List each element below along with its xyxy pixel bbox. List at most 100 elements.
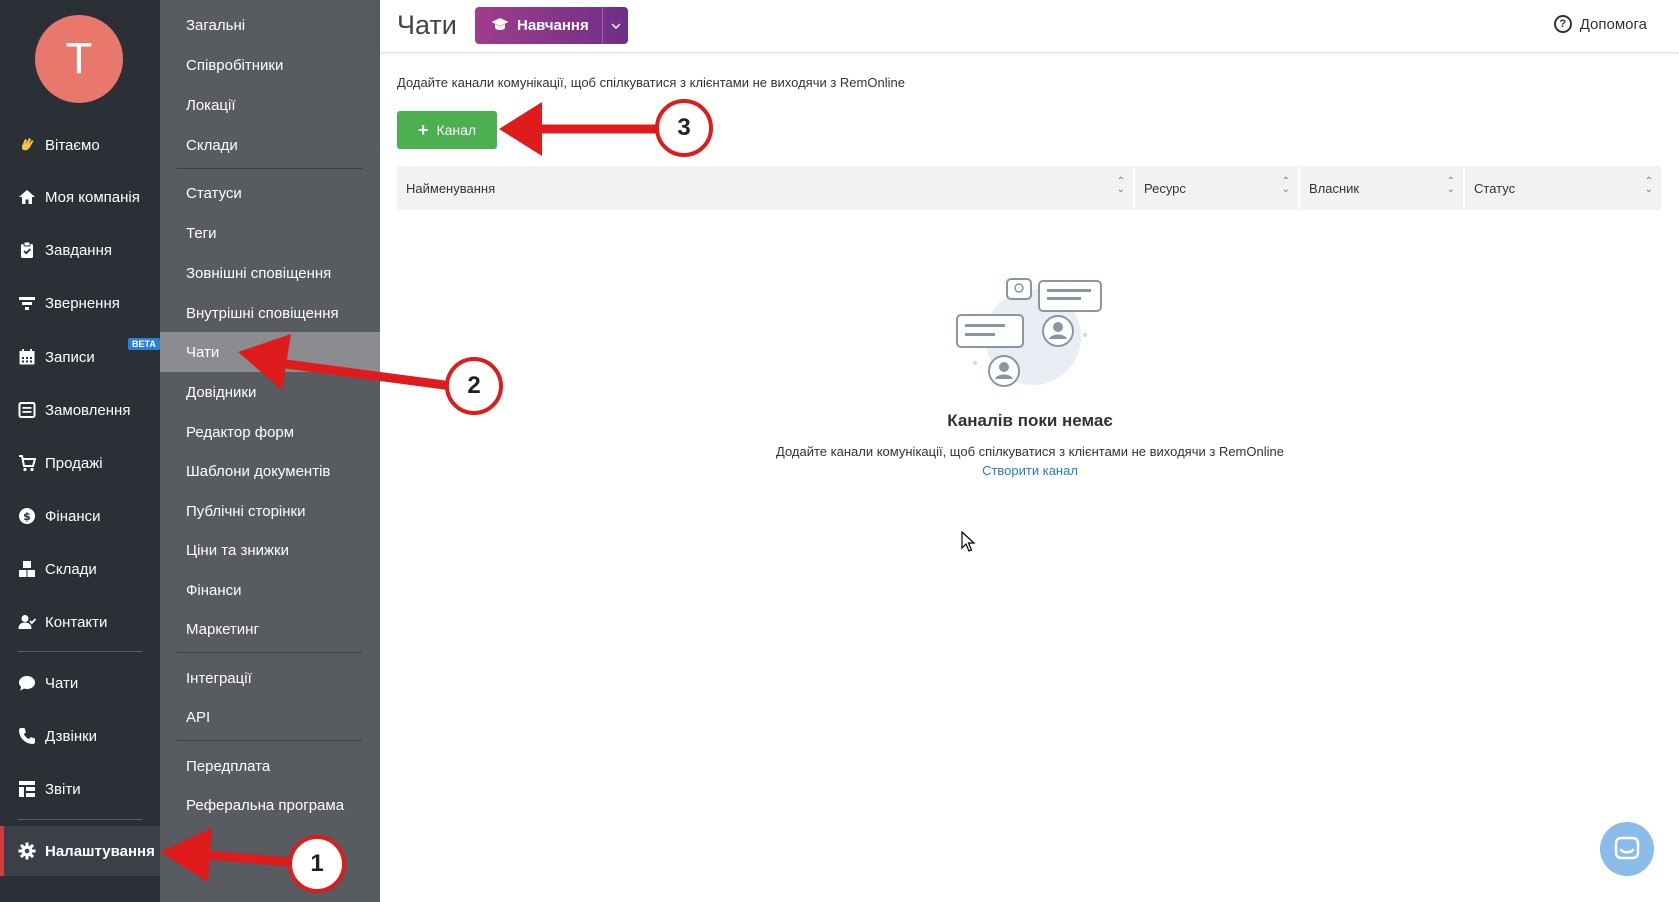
channels-table-header: Найменування ⌃ ⌄ Ресурс ⌃ ⌄ Власник ⌃ ⌄ Ста… xyxy=(397,166,1661,210)
support-chat-button[interactable] xyxy=(1600,822,1654,876)
education-button[interactable]: Навчання xyxy=(475,7,628,44)
nav-item-chats[interactable]: Чати xyxy=(0,661,160,705)
nav-label: Моя компанія xyxy=(45,188,140,206)
graduation-cap-icon xyxy=(491,17,509,35)
chat-icon xyxy=(17,673,37,693)
empty-chats-illustration xyxy=(956,278,1102,387)
nav-label: Чати xyxy=(45,674,79,692)
empty-state-description: Додайте канали комунікації, щоб спілкува… xyxy=(776,444,1284,459)
clipboard-check-icon xyxy=(17,240,37,260)
settings-item-prices-discounts[interactable]: Ціни та знижки xyxy=(160,531,380,569)
settings-item-directories[interactable]: Довідники xyxy=(160,373,380,411)
create-channel-link-label[interactable]: Створити канал xyxy=(982,463,1078,478)
nav-label: Завдання xyxy=(45,241,112,259)
mouse-cursor-icon xyxy=(961,531,976,552)
column-resource[interactable]: Ресурс ⌃ ⌄ xyxy=(1135,166,1300,210)
settings-item-locations[interactable]: Локації xyxy=(160,86,380,124)
nav-label: Контакти xyxy=(45,613,108,631)
boxes-icon xyxy=(17,559,37,579)
nav-label: Дзвінки xyxy=(45,727,98,745)
settings-separator xyxy=(177,652,362,653)
nav-item-welcome[interactable]: Вітаємо xyxy=(0,123,160,167)
reports-icon xyxy=(17,779,37,799)
column-status[interactable]: Статус ⌃ ⌄ xyxy=(1465,166,1661,210)
sort-icon: ⌃ ⌄ xyxy=(1644,176,1653,195)
settings-item-marketing[interactable]: Маркетинг xyxy=(160,610,380,648)
nav-item-requests[interactable]: Звернення xyxy=(0,281,160,325)
home-icon xyxy=(17,187,37,207)
nav-label: Записи xyxy=(45,348,95,366)
nav-label: Вітаємо xyxy=(45,136,100,154)
settings-item-external-notifications[interactable]: Зовнішні сповіщення xyxy=(160,254,380,292)
sort-icon: ⌃ ⌄ xyxy=(1281,176,1290,195)
settings-item-statuses[interactable]: Статуси xyxy=(160,174,380,212)
funnel-icon xyxy=(17,293,37,313)
column-name[interactable]: Найменування ⌃ ⌄ xyxy=(397,166,1135,210)
nav-label: Налаштування xyxy=(45,842,155,860)
help-label: Допомога xyxy=(1579,15,1647,33)
add-channel-button[interactable]: + Канал xyxy=(397,111,497,149)
settings-item-general[interactable]: Загальні xyxy=(160,6,380,44)
create-channel-link[interactable]: Створити канал xyxy=(0,463,1679,478)
empty-state-title: Каналів поки немає xyxy=(947,411,1113,430)
settings-item-api[interactable]: API xyxy=(160,698,380,736)
nav-item-settings[interactable]: Налаштування xyxy=(0,826,160,876)
wave-hand-icon xyxy=(17,135,37,155)
settings-item-tags[interactable]: Теги xyxy=(160,214,380,252)
nav-item-calls[interactable]: Дзвінки xyxy=(0,714,160,758)
column-label: Ресурс xyxy=(1144,180,1186,196)
column-label: Статус xyxy=(1474,180,1516,196)
intro-text: Додайте канали комунікації, щоб спілкува… xyxy=(397,75,905,90)
page-title: Чати xyxy=(397,10,457,40)
settings-item-chats[interactable]: Чати xyxy=(160,332,380,372)
phone-icon xyxy=(17,726,37,746)
nav-separator xyxy=(18,819,142,820)
step-number-2: 2 xyxy=(445,357,503,415)
nav-label: Звіти xyxy=(45,780,81,798)
settings-item-employees[interactable]: Співробітники xyxy=(160,46,380,84)
step-number-1: 1 xyxy=(288,835,346,893)
column-label: Власник xyxy=(1309,180,1360,196)
chevron-down-icon[interactable] xyxy=(602,7,628,44)
settings-item-integrations[interactable]: Інтеграції xyxy=(160,659,380,697)
plus-icon: + xyxy=(417,119,429,140)
settings-item-referral[interactable]: Реферальна програма xyxy=(160,786,380,824)
sort-icon: ⌃ ⌄ xyxy=(1446,176,1455,195)
step-number-3: 3 xyxy=(655,99,713,157)
nav-item-contacts[interactable]: Контакти xyxy=(0,600,160,644)
column-owner[interactable]: Власник ⌃ ⌄ xyxy=(1300,166,1465,210)
avatar-letter: T xyxy=(65,34,93,83)
dollar-icon: $ xyxy=(17,506,37,526)
nav-item-tasks[interactable]: Завдання xyxy=(0,228,160,272)
nav-item-warehouses[interactable]: Склади xyxy=(0,547,160,591)
nav-label: Склади xyxy=(45,560,97,578)
svg-text:$: $ xyxy=(23,510,31,523)
nav-label: Звернення xyxy=(45,294,120,312)
beta-badge: BETA xyxy=(128,338,160,350)
support-chat-icon xyxy=(1614,836,1640,860)
settings-separator xyxy=(177,168,362,169)
gear-icon xyxy=(17,841,37,861)
question-icon: ? xyxy=(1553,15,1572,33)
help-link[interactable]: ? Допомога xyxy=(1553,15,1647,33)
nav-item-my-company[interactable]: Моя компанія xyxy=(0,175,160,219)
arrow-to-add-channel xyxy=(499,102,663,156)
nav-item-reports[interactable]: Звіти xyxy=(0,767,160,811)
settings-item-subscription[interactable]: Передплата xyxy=(160,747,380,785)
sort-icon: ⌃ ⌄ xyxy=(1116,176,1125,195)
calendar-icon xyxy=(17,347,37,367)
settings-separator xyxy=(177,740,362,741)
nav-separator xyxy=(18,651,142,652)
page-header: Чати Навчання ? Допомога xyxy=(380,0,1679,53)
settings-item-warehouses[interactable]: Склади xyxy=(160,126,380,164)
settings-item-finance[interactable]: Фінанси xyxy=(160,571,380,609)
nav-item-finance[interactable]: $ Фінанси xyxy=(0,494,160,538)
education-button-label: Навчання xyxy=(517,17,589,34)
nav-label: Фінанси xyxy=(45,507,101,525)
avatar[interactable]: T xyxy=(35,15,123,103)
settings-item-internal-notifications[interactable]: Внутрішні сповіщення xyxy=(160,294,380,332)
add-channel-label: Канал xyxy=(436,122,477,138)
settings-item-public-pages[interactable]: Публічні сторінки xyxy=(160,492,380,530)
contacts-icon xyxy=(17,612,37,632)
column-label: Найменування xyxy=(406,180,496,196)
